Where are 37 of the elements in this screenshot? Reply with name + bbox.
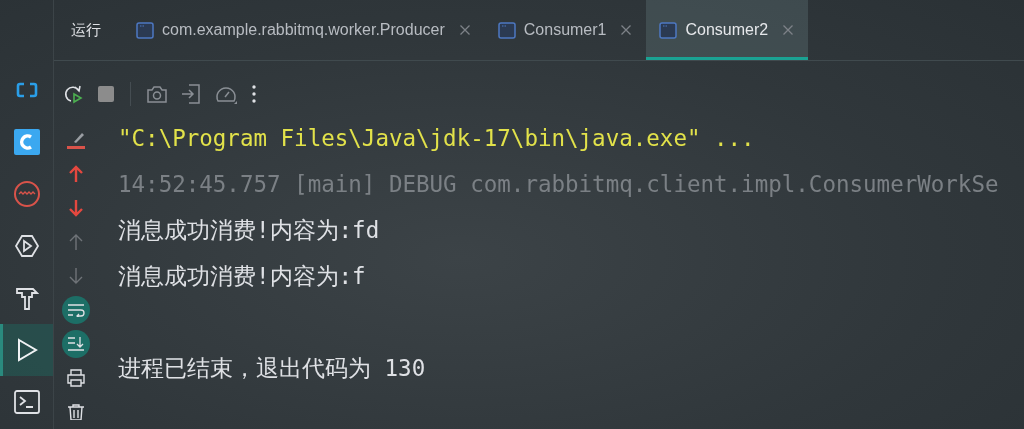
wrap-button[interactable] bbox=[62, 296, 90, 324]
stop-icon[interactable] bbox=[97, 85, 115, 103]
tool-window-title: 运行 bbox=[71, 20, 101, 40]
console-output-line: 进程已结束，退出代码为 130 bbox=[118, 353, 426, 383]
down-arrow-icon bbox=[68, 267, 84, 285]
scroll-end-button[interactable] bbox=[62, 330, 90, 358]
down-arrow-icon bbox=[68, 199, 84, 217]
console-log-line: 14:52:45.757 [main] DEBUG com.rabbitmq.client.impl.ConsumerWorkSe bbox=[118, 171, 999, 197]
terminal-icon bbox=[13, 390, 40, 414]
sign-in-icon[interactable] bbox=[181, 83, 201, 105]
scroll-down-icon bbox=[67, 336, 85, 352]
close-icon[interactable] bbox=[458, 24, 471, 36]
wave-circle-icon bbox=[12, 180, 41, 208]
up-arrow-icon bbox=[68, 165, 84, 183]
run-tab[interactable]: Consumer2 bbox=[646, 0, 809, 60]
close-icon[interactable] bbox=[782, 24, 795, 36]
wrap-icon bbox=[67, 303, 85, 317]
run-tab[interactable]: com.example.rabbitmq.worker.Producer bbox=[123, 0, 485, 60]
hammer-icon bbox=[14, 285, 39, 311]
window-icon bbox=[136, 21, 154, 39]
run-tab[interactable]: Consumer1 bbox=[484, 0, 647, 60]
console-output-line: 消息成功消费!内容为:f bbox=[118, 261, 366, 291]
rerun-icon[interactable] bbox=[62, 83, 84, 105]
trash-icon bbox=[67, 404, 85, 420]
app-logo-icon bbox=[13, 129, 40, 155]
close-icon[interactable] bbox=[620, 24, 633, 36]
eraser-icon bbox=[65, 130, 87, 150]
printer-icon bbox=[66, 369, 86, 387]
more-icon[interactable] bbox=[251, 84, 257, 104]
up-arrow-icon bbox=[68, 233, 84, 251]
sidebar-item[interactable] bbox=[0, 324, 53, 376]
camera-icon[interactable] bbox=[146, 84, 168, 104]
play-hexagon-icon bbox=[13, 233, 40, 259]
window-icon bbox=[659, 21, 678, 39]
console-command-line: "C:\Program Files\Java\jdk-17\bin\java.exe" ... bbox=[118, 125, 755, 151]
console-output-line: 消息成功消费!内容为:fd bbox=[118, 215, 380, 245]
window-icon bbox=[497, 21, 516, 39]
